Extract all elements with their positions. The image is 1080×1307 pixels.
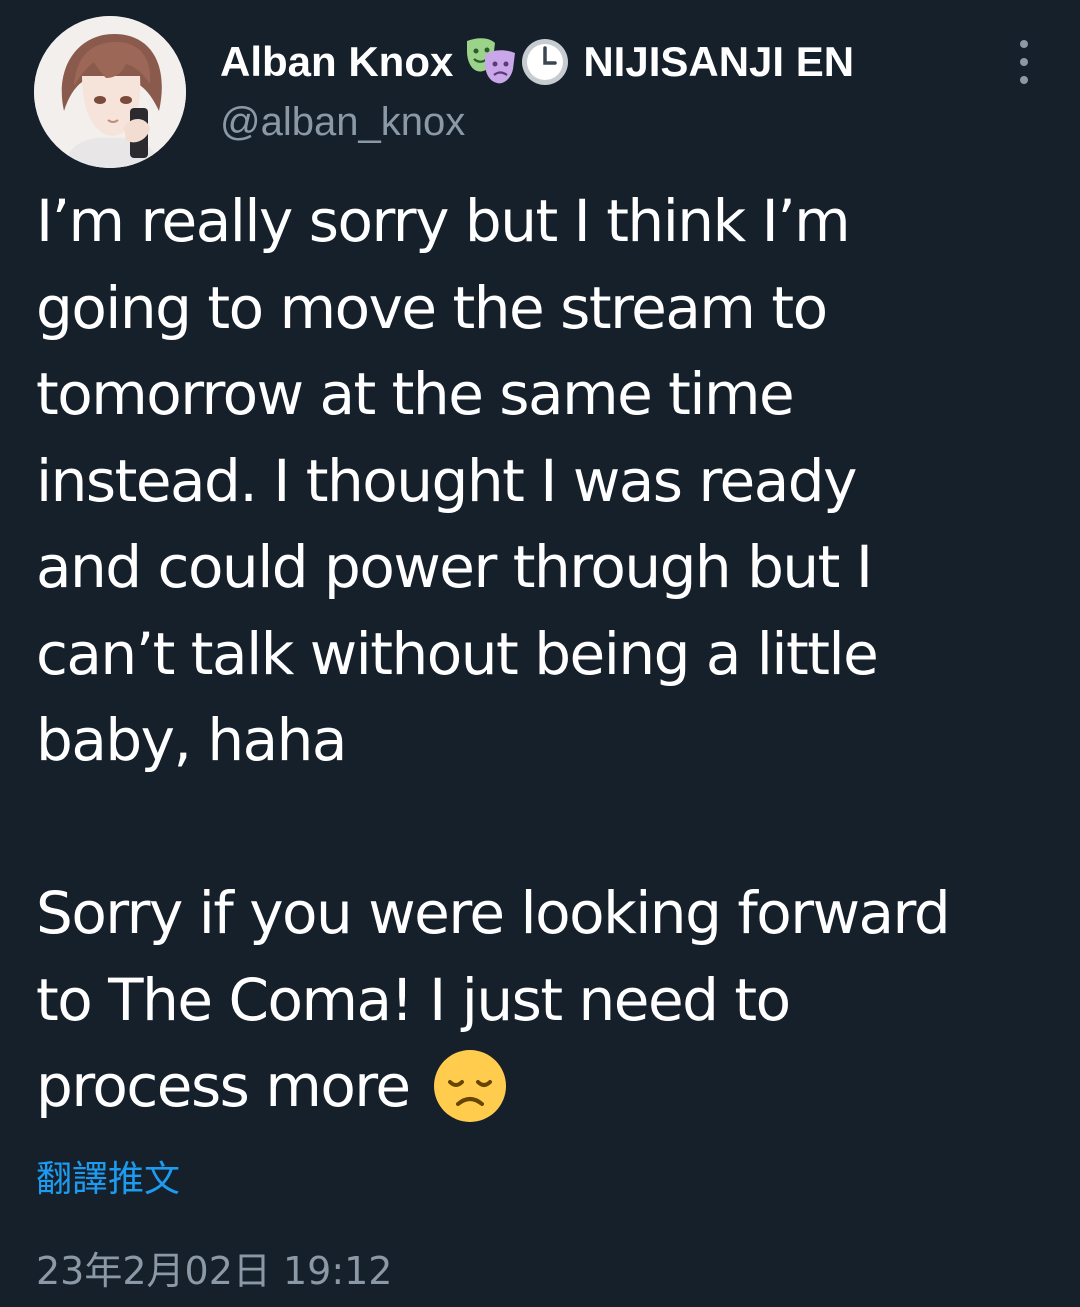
translate-tweet-link[interactable]: 翻譯推文 xyxy=(36,1150,180,1202)
performing-arts-emoji-icon xyxy=(463,37,519,87)
more-options-icon[interactable] xyxy=(1004,40,1044,84)
tweet-timestamp[interactable]: 23年2月02日 19:12 xyxy=(36,1240,392,1295)
tweet-text-line: I’m really sorry but I think I’m xyxy=(36,187,851,255)
tweet-text-line: to The Coma! I just need to xyxy=(36,965,791,1034)
tweet-text-last-line: process more xyxy=(36,1043,1046,1130)
tweet-text-line: going to move the stream to xyxy=(36,273,828,342)
tweet-text: I’m really sorry but I think I’m going t… xyxy=(36,178,1046,1130)
tweet-text-line: Sorry if you were looking forward xyxy=(36,879,951,947)
author-display-name[interactable]: Alban Knox xyxy=(220,38,453,86)
tweet-text-line: can’t talk without being a little xyxy=(36,619,879,688)
tweet-text-line: baby, haha xyxy=(36,706,347,774)
tweet-text-line: tomorrow at the same time xyxy=(36,360,795,428)
tweet-text-line: instead. I thought I was ready xyxy=(36,446,857,515)
author-handle[interactable]: @alban_knox xyxy=(220,100,465,145)
avatar[interactable] xyxy=(34,16,186,168)
author-name-row: Alban Knox NIJISANJI EN xyxy=(220,34,854,90)
author-affiliation: NIJISANJI EN xyxy=(583,38,855,85)
paragraph-break xyxy=(36,784,1046,871)
disappointed-face-emoji-icon xyxy=(432,1048,508,1124)
tweet-text-line: and could power through but I xyxy=(36,533,873,601)
clock-emoji-icon xyxy=(519,36,571,88)
tweet-text-line: process more xyxy=(36,1052,411,1120)
